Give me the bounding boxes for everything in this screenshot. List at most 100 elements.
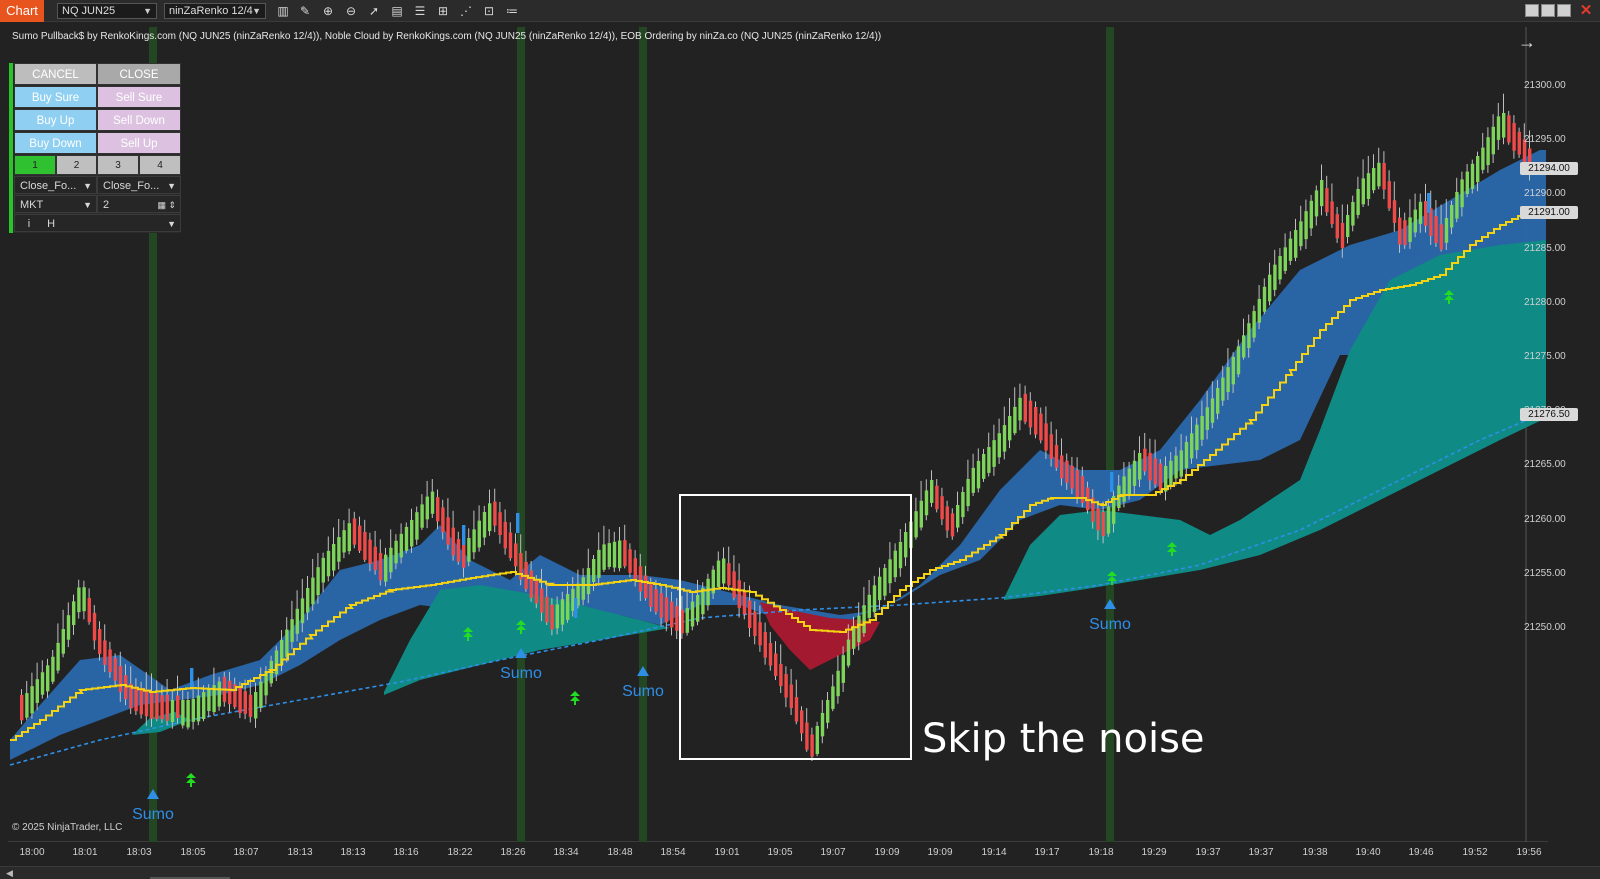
candle <box>1398 217 1402 245</box>
candle <box>940 496 944 520</box>
candle <box>202 692 206 719</box>
candle <box>945 506 949 531</box>
bar-type-selector[interactable]: ninZaRenko 12/4 ▼ <box>164 3 266 19</box>
chart-plot-area[interactable] <box>8 27 1548 842</box>
bar-type-icon[interactable]: ▥ <box>275 3 291 19</box>
close-mode-right-select[interactable]: Close_Fo... ▼ <box>97 176 181 194</box>
candle <box>1221 377 1225 401</box>
info-icon[interactable]: i <box>20 215 38 233</box>
qty-tab-2[interactable]: 2 <box>56 155 97 175</box>
candle <box>1294 230 1298 258</box>
candle <box>1476 156 1480 183</box>
candle <box>1325 188 1329 213</box>
candle <box>690 601 695 627</box>
candle <box>784 674 788 698</box>
time-axis-label: 19:40 <box>1355 847 1381 858</box>
candle <box>238 687 242 713</box>
account-select[interactable]: i H ▼ <box>14 214 181 232</box>
instrument-selector[interactable]: NQ JUN25 ▼ <box>57 3 157 19</box>
candle <box>160 695 164 720</box>
close-icon[interactable]: ✕ <box>1578 2 1594 19</box>
qty-tab-3[interactable]: 3 <box>97 155 139 175</box>
candle <box>930 480 934 503</box>
time-axis-label: 19:29 <box>1141 847 1167 858</box>
close-mode-left-value: Close_Fo... <box>20 180 77 192</box>
candle <box>1205 407 1209 430</box>
candle <box>592 559 596 583</box>
close-button[interactable]: CLOSE <box>97 63 181 85</box>
buy-sure-button[interactable]: Buy Sure <box>14 86 97 108</box>
buy-arrow-icon <box>570 696 580 701</box>
candle <box>446 517 450 545</box>
qty-tab-4[interactable]: 4 <box>139 155 181 175</box>
time-axis-label: 18:13 <box>287 847 313 858</box>
horizontal-scrollbar[interactable]: ◀ <box>0 866 1600 879</box>
candle <box>1148 452 1152 481</box>
time-axis-label: 19:52 <box>1462 847 1488 858</box>
candle <box>40 672 45 695</box>
candle <box>352 518 357 545</box>
candle <box>820 713 825 737</box>
candle <box>1153 458 1157 485</box>
candle <box>1049 434 1053 460</box>
scroll-left-icon[interactable]: ◀ <box>6 868 13 879</box>
candle <box>35 679 39 703</box>
candle <box>893 550 897 578</box>
time-axis-label: 19:01 <box>714 847 740 858</box>
time-axis-label: 18:26 <box>500 847 526 858</box>
buy-up-button[interactable]: Buy Up <box>14 109 97 131</box>
candle <box>1044 423 1048 451</box>
sell-up-button[interactable]: Sell Up <box>97 132 181 154</box>
zoom-in-icon[interactable]: ⊕ <box>320 3 336 19</box>
list-icon[interactable]: ≔ <box>504 3 520 19</box>
buy-arrow-icon <box>520 630 522 634</box>
spin-icon[interactable]: ⇕ <box>168 196 176 214</box>
sell-down-button[interactable]: Sell Down <box>97 109 181 131</box>
order-type-select[interactable]: MKT ▼ <box>14 195 97 213</box>
candle <box>1122 476 1126 502</box>
candle <box>919 500 923 528</box>
candle <box>1439 224 1443 250</box>
arrow-right-icon[interactable]: → <box>1518 32 1536 53</box>
candle <box>311 577 315 605</box>
properties-icon[interactable]: ▤ <box>389 3 405 19</box>
candle <box>290 619 294 642</box>
buy-down-button[interactable]: Buy Down <box>14 132 97 154</box>
candle <box>472 529 476 553</box>
minimize-button[interactable] <box>1525 4 1539 17</box>
chart-tab[interactable]: Chart <box>0 0 44 22</box>
candle <box>1481 147 1485 170</box>
cancel-button[interactable]: CANCEL <box>14 63 97 85</box>
draw-icon[interactable]: ✎ <box>297 3 313 19</box>
candle <box>46 665 50 692</box>
cursor-icon[interactable]: ➚ <box>366 3 382 19</box>
indicators-icon[interactable]: ⊞ <box>435 3 451 19</box>
restore-button[interactable] <box>1557 4 1571 17</box>
maximize-button[interactable] <box>1541 4 1555 17</box>
candle <box>420 504 424 528</box>
calculator-icon[interactable]: ▦ <box>157 196 166 214</box>
candle <box>1288 238 1293 261</box>
sell-sure-button[interactable]: Sell Sure <box>97 86 181 108</box>
candle <box>831 686 835 709</box>
pullback-candle <box>462 525 466 545</box>
templates-icon[interactable]: ☰ <box>412 3 428 19</box>
data-box-icon[interactable]: ⊡ <box>481 3 497 19</box>
candle <box>1179 450 1183 477</box>
candle <box>1002 425 1007 452</box>
quantity-stepper[interactable]: 2 ▦ ⇕ <box>97 195 181 213</box>
candle <box>118 666 123 693</box>
candle <box>545 596 549 623</box>
candle <box>342 530 346 553</box>
candle <box>467 538 471 562</box>
qty-tab-1[interactable]: 1 <box>14 155 56 175</box>
close-mode-left-select[interactable]: Close_Fo... ▼ <box>14 176 97 194</box>
strategies-icon[interactable]: ⋰ <box>458 3 474 19</box>
candle <box>30 686 34 714</box>
candle <box>1491 126 1495 155</box>
candle <box>207 688 211 712</box>
candle <box>134 686 138 712</box>
chevron-down-icon: ▼ <box>167 219 176 229</box>
candle <box>1372 168 1376 191</box>
zoom-out-icon[interactable]: ⊖ <box>343 3 359 19</box>
